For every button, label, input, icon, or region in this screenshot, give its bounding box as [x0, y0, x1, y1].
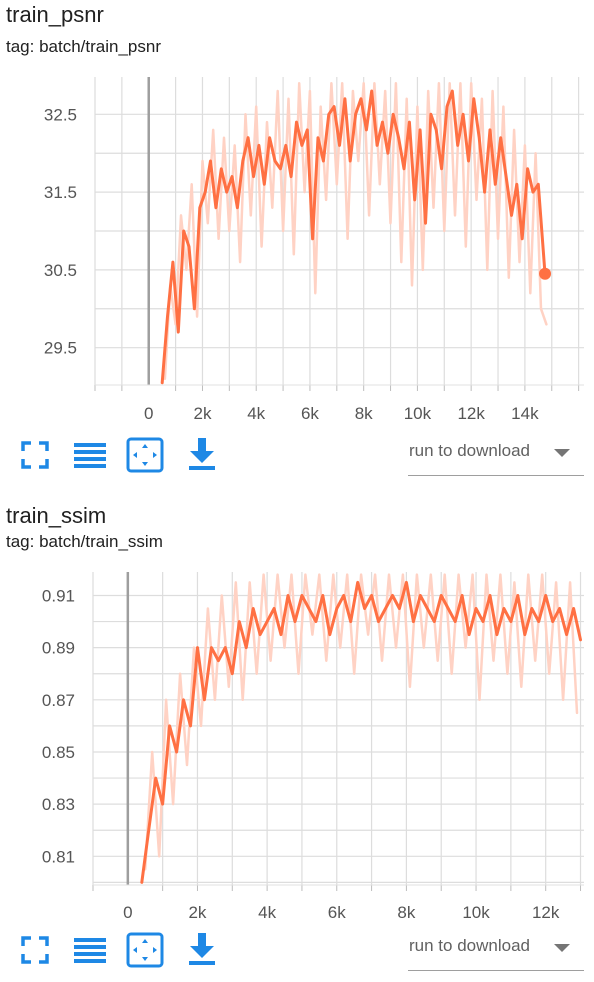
x-tick-label: 12k — [457, 404, 485, 423]
y-tick-label: 0.81 — [42, 847, 75, 866]
chevron-down-icon — [554, 449, 570, 457]
chart-toolbar: run to download — [0, 928, 594, 972]
y-tick-label: 31.5 — [44, 183, 77, 202]
expand-chart-icon — [126, 932, 164, 968]
y-tick-label: 29.5 — [44, 339, 77, 358]
y-tick-label: 32.5 — [44, 105, 77, 124]
x-tick-label: 0 — [144, 404, 153, 423]
download-button[interactable] — [182, 930, 222, 970]
x-tick-label: 14k — [511, 404, 539, 423]
y-tick-label: 30.5 — [44, 261, 77, 280]
x-tick-label: 2k — [188, 903, 206, 922]
x-tick-label: 10k — [462, 903, 490, 922]
line-chart-train-psnr[interactable]: 0 2k 4k 6k 8k 10k 12k 14k 29.5 30.5 31.5 32.5 — [0, 65, 594, 430]
fit-domain-button[interactable] — [15, 435, 55, 475]
x-axis: 0 2k 4k 6k 8k 10k 12k 14k — [94, 384, 584, 423]
download-button[interactable] — [182, 435, 222, 475]
chart-title: train_psnr — [6, 2, 104, 27]
toggle-log-scale-icon — [74, 938, 106, 963]
fit-domain-icon — [21, 441, 49, 469]
x-tick-label: 8k — [397, 903, 415, 922]
line-chart-train-ssim[interactable]: 0 2k 4k 6k 8k 10k 12k 0.81 0.83 0.85 0.87 0.89 0.91 — [0, 560, 594, 930]
toggle-log-scale-button[interactable] — [70, 435, 110, 475]
x-tick-label: 8k — [355, 404, 373, 423]
run-to-download-label: run to download — [409, 936, 530, 955]
fit-domain-icon — [21, 936, 49, 964]
x-tick-label: 10k — [404, 404, 432, 423]
toggle-log-scale-icon — [74, 443, 106, 468]
run-to-download-label: run to download — [409, 441, 530, 460]
run-to-download-select[interactable]: run to download — [408, 435, 584, 476]
chart-tag: tag: batch/train_psnr — [6, 37, 161, 56]
series-end-point — [539, 267, 552, 280]
toggle-log-scale-button[interactable] — [70, 930, 110, 970]
y-tick-label: 0.85 — [42, 743, 75, 762]
series-group — [160, 81, 552, 385]
y-tick-label: 0.87 — [42, 691, 75, 710]
x-tick-label: 6k — [301, 404, 319, 423]
run-to-download-select[interactable]: run to download — [408, 930, 584, 971]
download-icon — [189, 933, 215, 965]
expand-chart-button[interactable] — [125, 435, 165, 475]
x-axis: 0 2k 4k 6k 8k 10k 12k — [92, 884, 584, 922]
chevron-down-icon — [554, 944, 570, 952]
chart-card-train-ssim: train_ssim tag: batch/train_ssim 0 2k 4k 6k… — [0, 490, 594, 982]
y-tick-label: 0.91 — [42, 586, 75, 605]
x-tick-label: 4k — [258, 903, 276, 922]
download-icon — [189, 438, 215, 470]
chart-toolbar: run to download — [0, 433, 594, 477]
x-tick-label: 6k — [328, 903, 346, 922]
series-group — [140, 573, 582, 884]
fit-domain-button[interactable] — [15, 930, 55, 970]
x-tick-label: 0 — [123, 903, 132, 922]
x-tick-label: 2k — [193, 404, 211, 423]
x-tick-label: 12k — [532, 903, 560, 922]
expand-chart-icon — [126, 437, 164, 473]
y-tick-label: 0.89 — [42, 639, 75, 658]
y-axis: 29.5 30.5 31.5 32.5 — [44, 105, 77, 357]
expand-chart-button[interactable] — [125, 930, 165, 970]
y-axis: 0.81 0.83 0.85 0.87 0.89 0.91 — [42, 586, 75, 866]
chart-title: train_ssim — [6, 503, 107, 528]
x-tick-label: 4k — [247, 404, 265, 423]
chart-tag: tag: batch/train_ssim — [6, 532, 163, 551]
chart-card-train-psnr: train_psnr tag: batch/train_psnr 0 2k 4k 6k… — [0, 0, 594, 490]
y-tick-label: 0.83 — [42, 795, 75, 814]
